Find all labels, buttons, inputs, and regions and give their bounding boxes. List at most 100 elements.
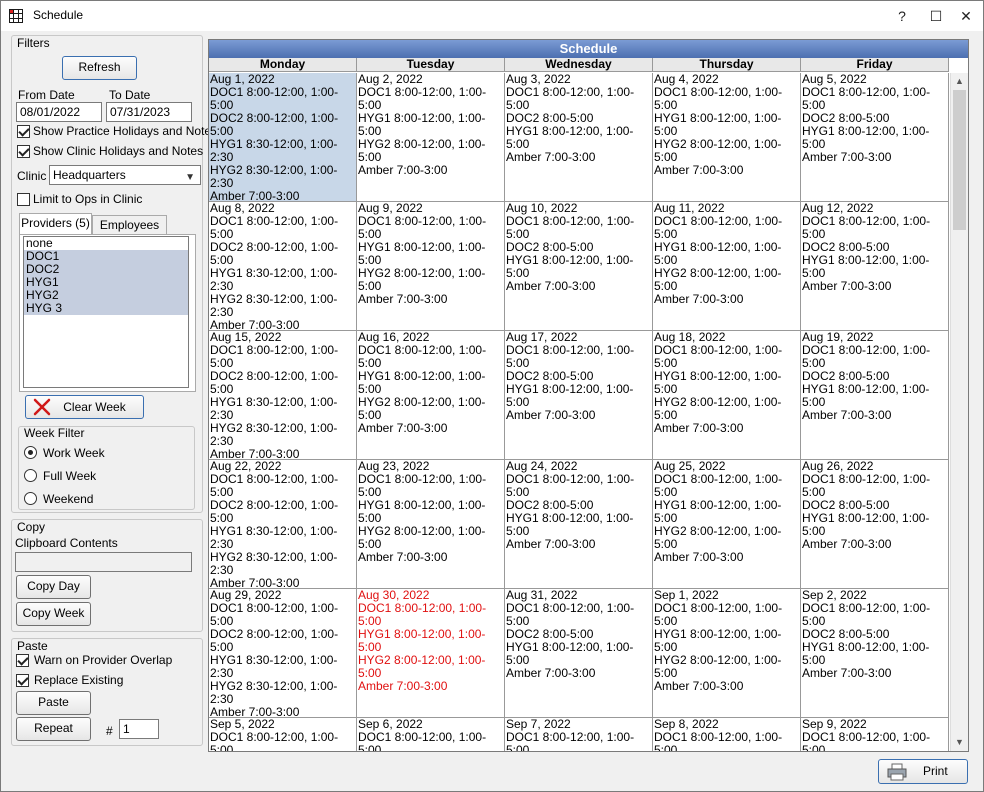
schedule-day-cell[interactable]: Aug 19, 2022 DOC1 8:00-12:00, 1:00- 5:00… bbox=[801, 331, 949, 460]
copy-day-button[interactable]: Copy Day bbox=[16, 575, 91, 599]
help-button[interactable]: ? bbox=[885, 1, 919, 31]
chevron-down-icon: ▼ bbox=[185, 172, 195, 183]
schedule-day-cell[interactable]: Aug 16, 2022 DOC1 8:00-12:00, 1:00- 5:00… bbox=[357, 331, 505, 460]
copy-title: Copy bbox=[17, 520, 46, 534]
schedule-day-text: Sep 2, 2022 DOC1 8:00-12:00, 1:00- 5:00 … bbox=[802, 589, 931, 680]
schedule-day-text: Aug 17, 2022 DOC1 8:00-12:00, 1:00- 5:00… bbox=[506, 331, 635, 422]
show-practice-holidays-label: Show Practice Holidays and Notes bbox=[33, 124, 218, 138]
schedule-day-cell[interactable]: Aug 18, 2022 DOC1 8:00-12:00, 1:00- 5:00… bbox=[653, 331, 801, 460]
schedule-day-cell[interactable]: Aug 3, 2022 DOC1 8:00-12:00, 1:00- 5:00 … bbox=[505, 73, 653, 202]
schedule-day-text: Aug 4, 2022 DOC1 8:00-12:00, 1:00- 5:00 … bbox=[654, 73, 783, 177]
repeat-button[interactable]: Repeat bbox=[16, 717, 91, 741]
filters-title: Filters bbox=[17, 36, 50, 50]
schedule-day-cell[interactable]: Sep 5, 2022 DOC1 8:00-12:00, 1:00- 5:00 bbox=[209, 718, 357, 751]
vertical-scrollbar[interactable]: ▲ ▼ bbox=[950, 73, 968, 751]
schedule-day-cell[interactable]: Aug 8, 2022 DOC1 8:00-12:00, 1:00- 5:00 … bbox=[209, 202, 357, 331]
print-button[interactable]: Print bbox=[878, 759, 968, 784]
schedule-day-cell[interactable]: Aug 23, 2022 DOC1 8:00-12:00, 1:00- 5:00… bbox=[357, 460, 505, 589]
day-header-2: Wednesday bbox=[505, 58, 653, 72]
schedule-day-cell[interactable]: Aug 24, 2022 DOC1 8:00-12:00, 1:00- 5:00… bbox=[505, 460, 653, 589]
to-date-input[interactable]: 07/31/2023 bbox=[106, 102, 192, 122]
schedule-day-cell[interactable]: Aug 9, 2022 DOC1 8:00-12:00, 1:00- 5:00 … bbox=[357, 202, 505, 331]
tab-employees[interactable]: Employees (4) bbox=[92, 215, 167, 251]
schedule-day-cell[interactable]: Aug 11, 2022 DOC1 8:00-12:00, 1:00- 5:00… bbox=[653, 202, 801, 331]
show-clinic-holidays-label: Show Clinic Holidays and Notes bbox=[33, 144, 204, 158]
schedule-day-cell[interactable]: Aug 10, 2022 DOC1 8:00-12:00, 1:00- 5:00… bbox=[505, 202, 653, 331]
weekend-radio[interactable] bbox=[24, 492, 37, 505]
schedule-day-text: Sep 8, 2022 DOC1 8:00-12:00, 1:00- 5:00 bbox=[654, 718, 783, 752]
show-practice-holidays-checkbox[interactable] bbox=[17, 125, 30, 138]
day-header-1: Tuesday bbox=[357, 58, 505, 72]
limit-ops-checkbox[interactable] bbox=[17, 193, 30, 206]
refresh-button[interactable]: Refresh bbox=[62, 56, 137, 80]
schedule-day-cell[interactable]: Sep 1, 2022 DOC1 8:00-12:00, 1:00- 5:00 … bbox=[653, 589, 801, 718]
full-week-radio[interactable] bbox=[24, 469, 37, 482]
schedule-day-text: Aug 26, 2022 DOC1 8:00-12:00, 1:00- 5:00… bbox=[802, 460, 931, 551]
weekend-label: Weekend bbox=[43, 492, 94, 506]
replace-existing-checkbox[interactable] bbox=[16, 674, 29, 687]
schedule-day-cell[interactable]: Aug 4, 2022 DOC1 8:00-12:00, 1:00- 5:00 … bbox=[653, 73, 801, 202]
schedule-day-cell[interactable]: Aug 26, 2022 DOC1 8:00-12:00, 1:00- 5:00… bbox=[801, 460, 949, 589]
schedule-day-cell[interactable]: Aug 30, 2022 DOC1 8:00-12:00, 1:00- 5:00… bbox=[357, 589, 505, 718]
week-filter-title: Week Filter bbox=[24, 426, 85, 440]
schedule-day-text: Sep 1, 2022 DOC1 8:00-12:00, 1:00- 5:00 … bbox=[654, 589, 783, 693]
schedule-day-cell[interactable]: Sep 8, 2022 DOC1 8:00-12:00, 1:00- 5:00 bbox=[653, 718, 801, 752]
maximize-button[interactable]: ☐ bbox=[919, 1, 953, 31]
clinic-select[interactable]: Headquarters ▼ bbox=[49, 165, 201, 185]
day-header-0: Monday bbox=[209, 58, 357, 72]
schedule-day-text: Aug 25, 2022 DOC1 8:00-12:00, 1:00- 5:00… bbox=[654, 460, 783, 564]
clipboard-field bbox=[15, 552, 192, 572]
day-header-4: Friday bbox=[801, 58, 949, 72]
schedule-day-cell[interactable]: Aug 5, 2022 DOC1 8:00-12:00, 1:00- 5:00 … bbox=[801, 73, 949, 202]
to-date-label: To Date bbox=[109, 88, 151, 102]
clinic-label: Clinic bbox=[17, 169, 47, 183]
repeat-count-input[interactable]: 1 bbox=[119, 719, 159, 739]
schedule-day-cell[interactable]: Sep 6, 2022 DOC1 8:00-12:00, 1:00- 5:00 bbox=[357, 718, 505, 751]
schedule-day-text: Aug 16, 2022 DOC1 8:00-12:00, 1:00- 5:00… bbox=[358, 331, 487, 435]
tab-providers[interactable]: Providers (5) bbox=[19, 213, 92, 235]
scroll-thumb[interactable] bbox=[953, 90, 966, 230]
schedule-day-text: Aug 29, 2022 DOC1 8:00-12:00, 1:00- 5:00… bbox=[210, 589, 339, 718]
schedule-day-text: Aug 1, 2022 DOC1 8:00-12:00, 1:00- 5:00 … bbox=[210, 73, 339, 202]
schedule-day-cell[interactable]: Aug 29, 2022 DOC1 8:00-12:00, 1:00- 5:00… bbox=[209, 589, 357, 718]
printer-icon bbox=[887, 763, 907, 781]
app-grid-icon bbox=[9, 9, 23, 23]
schedule-day-text: Aug 2, 2022 DOC1 8:00-12:00, 1:00- 5:00 … bbox=[358, 73, 487, 177]
scroll-up-icon[interactable]: ▲ bbox=[951, 73, 968, 90]
schedule-day-cell[interactable]: Aug 17, 2022 DOC1 8:00-12:00, 1:00- 5:00… bbox=[505, 331, 653, 460]
clinic-select-value: Headquarters bbox=[53, 168, 126, 182]
work-week-radio[interactable] bbox=[24, 446, 37, 459]
from-date-input[interactable]: 08/01/2022 bbox=[16, 102, 102, 122]
schedule-day-text: Aug 22, 2022 DOC1 8:00-12:00, 1:00- 5:00… bbox=[210, 460, 339, 589]
red-x-icon bbox=[33, 398, 51, 416]
schedule-day-cell[interactable]: Aug 12, 2022 DOC1 8:00-12:00, 1:00- 5:00… bbox=[801, 202, 949, 331]
paste-button[interactable]: Paste bbox=[16, 691, 91, 715]
paste-title: Paste bbox=[17, 639, 48, 653]
providers-list[interactable]: none DOC1 DOC2 HYG1 HYG2 HYG 3 bbox=[23, 236, 189, 388]
schedule-day-text: Aug 31, 2022 DOC1 8:00-12:00, 1:00- 5:00… bbox=[506, 589, 635, 680]
clear-week-button[interactable]: Clear Week bbox=[25, 395, 144, 419]
copy-week-button[interactable]: Copy Week bbox=[16, 602, 91, 626]
schedule-day-cell[interactable]: Sep 9, 2022 DOC1 8:00-12:00, 1:00- 5:00 bbox=[801, 718, 949, 751]
list-item[interactable]: HYG 3 bbox=[24, 302, 188, 315]
warn-overlap-checkbox[interactable] bbox=[16, 654, 29, 667]
limit-ops-label: Limit to Ops in Clinic bbox=[33, 192, 143, 206]
schedule-day-text: Aug 18, 2022 DOC1 8:00-12:00, 1:00- 5:00… bbox=[654, 331, 783, 435]
scroll-down-icon[interactable]: ▼ bbox=[951, 734, 968, 751]
show-clinic-holidays-checkbox[interactable] bbox=[17, 145, 30, 158]
schedule-day-text: Aug 19, 2022 DOC1 8:00-12:00, 1:00- 5:00… bbox=[802, 331, 931, 422]
schedule-day-cell[interactable]: Aug 15, 2022 DOC1 8:00-12:00, 1:00- 5:00… bbox=[209, 331, 357, 460]
schedule-window: Schedule ? ☐ ✕ Filters Refresh From Date… bbox=[0, 0, 984, 792]
schedule-day-cell[interactable]: Aug 31, 2022 DOC1 8:00-12:00, 1:00- 5:00… bbox=[505, 589, 653, 718]
schedule-day-cell[interactable]: Sep 2, 2022 DOC1 8:00-12:00, 1:00- 5:00 … bbox=[801, 589, 949, 718]
schedule-day-text: Aug 8, 2022 DOC1 8:00-12:00, 1:00- 5:00 … bbox=[210, 202, 339, 331]
schedule-day-cell[interactable]: Aug 25, 2022 DOC1 8:00-12:00, 1:00- 5:00… bbox=[653, 460, 801, 589]
schedule-day-text: Aug 15, 2022 DOC1 8:00-12:00, 1:00- 5:00… bbox=[210, 331, 339, 460]
schedule-day-cell[interactable]: Aug 1, 2022 DOC1 8:00-12:00, 1:00- 5:00 … bbox=[209, 73, 357, 202]
schedule-title: Schedule bbox=[209, 40, 968, 58]
close-button[interactable]: ✕ bbox=[949, 1, 983, 31]
schedule-day-cell[interactable]: Sep 7, 2022 DOC1 8:00-12:00, 1:00- 5:00 bbox=[505, 718, 653, 751]
schedule-day-text: Aug 10, 2022 DOC1 8:00-12:00, 1:00- 5:00… bbox=[506, 202, 635, 293]
schedule-day-cell[interactable]: Aug 22, 2022 DOC1 8:00-12:00, 1:00- 5:00… bbox=[209, 460, 357, 589]
schedule-day-cell[interactable]: Aug 2, 2022 DOC1 8:00-12:00, 1:00- 5:00 … bbox=[357, 73, 505, 202]
